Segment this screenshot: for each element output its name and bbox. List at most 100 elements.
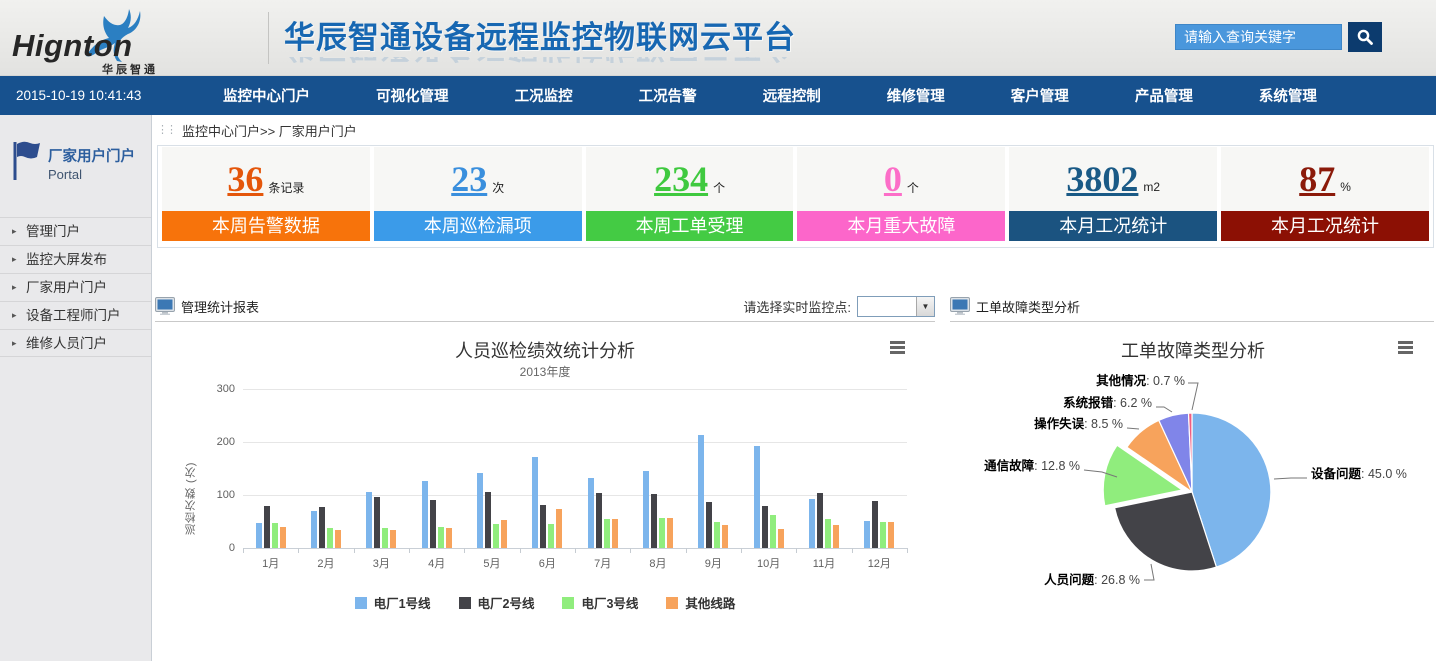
bar-4-month-6[interactable] (556, 509, 562, 548)
bar-4-month-1[interactable] (280, 527, 286, 548)
stat-unit: 个 (713, 179, 725, 196)
stat-label-bar: 本月重大故障 (797, 211, 1005, 241)
bar-3-month-11[interactable] (825, 519, 831, 548)
legend-item-1[interactable]: 电厂1号线 (355, 593, 431, 612)
bar-2-month-3[interactable] (374, 497, 380, 548)
bar-4-month-11[interactable] (833, 525, 839, 548)
chevron-down-icon[interactable]: ▼ (916, 297, 934, 316)
bar-1-month-5[interactable] (477, 473, 483, 548)
site-title-reflection: 华辰智通设备远程监控物联网云平台 (284, 57, 1044, 72)
bar-3-month-2[interactable] (327, 528, 333, 548)
sidebar-item-4[interactable]: ▸设备工程师门户 (0, 301, 151, 329)
bar-3-month-12[interactable] (880, 522, 886, 549)
bar-1-month-2[interactable] (311, 511, 317, 548)
bar-2-month-9[interactable] (706, 502, 712, 548)
bar-2-month-2[interactable] (319, 507, 325, 548)
bar-3-month-7[interactable] (604, 519, 610, 548)
bar-1-month-9[interactable] (698, 435, 704, 548)
stat-value-link[interactable]: 0 (884, 158, 902, 200)
nav-item-4[interactable]: 工况告警 (639, 85, 697, 106)
x-axis-tick (741, 548, 742, 553)
main-content: ⋮⋮ 监控中心门户>> 厂家用户门户 36条记录本周告警数据23次本周巡检漏项2… (153, 115, 1436, 661)
nav-item-2[interactable]: 可视化管理 (376, 85, 449, 106)
nav-item-8[interactable]: 产品管理 (1135, 85, 1193, 106)
bar-2-month-1[interactable] (264, 506, 270, 548)
sidebar-item-5[interactable]: ▸维修人员门户 (0, 329, 151, 357)
bar-1-month-6[interactable] (532, 457, 538, 548)
stat-unit: % (1340, 180, 1351, 194)
nav-item-6[interactable]: 维修管理 (887, 85, 945, 106)
bar-3-month-9[interactable] (714, 522, 720, 549)
bar-1-month-3[interactable] (366, 492, 372, 548)
bar-2-month-10[interactable] (762, 506, 768, 548)
monitor-select-dropdown[interactable]: ▼ (857, 296, 935, 317)
nav-item-1[interactable]: 监控中心门户 (223, 85, 310, 106)
bar-2-month-12[interactable] (872, 501, 878, 548)
bar-3-month-5[interactable] (493, 524, 499, 548)
bar-1-month-10[interactable] (754, 446, 760, 548)
bar-2-month-11[interactable] (817, 493, 823, 548)
monitor-icon (950, 297, 970, 315)
search-button[interactable] (1348, 22, 1382, 52)
x-axis-category-label: 8月 (630, 555, 685, 571)
bar-2-month-6[interactable] (540, 505, 546, 548)
legend-item-2[interactable]: 电厂2号线 (459, 593, 535, 612)
y-axis-tick-label: 200 (199, 436, 235, 448)
bar-4-month-5[interactable] (501, 520, 507, 548)
bar-1-month-1[interactable] (256, 523, 262, 548)
site-title-wrap: 华辰智通设备远程监控物联网云平台 华辰智通设备远程监控物联网云平台 (284, 12, 1044, 72)
bar-4-month-3[interactable] (390, 530, 396, 548)
bar-3-month-3[interactable] (382, 528, 388, 548)
bar-2-month-4[interactable] (430, 500, 436, 548)
bar-2-month-8[interactable] (651, 494, 657, 548)
bar-3-month-4[interactable] (438, 527, 444, 548)
pie-label-connector (1274, 478, 1307, 479)
bar-3-month-6[interactable] (548, 524, 554, 548)
stat-label-bar: 本周工单受理 (586, 211, 794, 241)
sidebar-item-2[interactable]: ▸监控大屏发布 (0, 245, 151, 273)
stat-value-link[interactable]: 87 (1299, 158, 1335, 200)
bar-4-month-10[interactable] (778, 529, 784, 548)
bar-4-month-12[interactable] (888, 522, 894, 549)
stat-value-link[interactable]: 23 (451, 158, 487, 200)
nav-items: 监控中心门户 可视化管理 工况监控 工况告警 远程控制 维修管理 客户管理 产品管理 系统管理 (190, 76, 1350, 115)
bar-3-month-1[interactable] (272, 523, 278, 548)
portal-title: 厂家用户门户 (48, 145, 135, 166)
search-input[interactable] (1175, 24, 1342, 50)
x-axis-tick (907, 548, 908, 553)
bar-2-month-5[interactable] (485, 492, 491, 548)
pie-panel-title: 工单故障类型分析 (976, 297, 1080, 316)
x-axis-tick (354, 548, 355, 553)
bar-1-month-7[interactable] (588, 478, 594, 548)
bar-2-month-7[interactable] (596, 493, 602, 548)
bar-3-month-8[interactable] (659, 518, 665, 548)
bar-4-month-4[interactable] (446, 528, 452, 548)
bar-4-month-9[interactable] (722, 525, 728, 548)
stat-value-link[interactable]: 36 (227, 158, 263, 200)
bar-1-month-4[interactable] (422, 481, 428, 548)
bar-chart-menu-icon[interactable] (890, 341, 905, 354)
brand-name: Hignton (12, 28, 133, 64)
stat-value-area: 3802m2 (1009, 147, 1217, 211)
bar-1-month-8[interactable] (643, 471, 649, 548)
pie-data-label: 人员问题: 26.8 % (1044, 572, 1140, 587)
nav-item-9[interactable]: 系统管理 (1259, 85, 1317, 106)
sidebar-item-1[interactable]: ▸管理门户 (0, 217, 151, 245)
legend-item-3[interactable]: 电厂3号线 (562, 593, 638, 612)
stat-label-bar: 本月工况统计 (1009, 211, 1217, 241)
stat-value-link[interactable]: 234 (654, 158, 708, 200)
stat-card-3: 234 个本周工单受理 (586, 147, 794, 241)
bar-4-month-2[interactable] (335, 530, 341, 548)
legend-item-4[interactable]: 其他线路 (666, 593, 735, 612)
stat-value-link[interactable]: 3802 (1066, 158, 1138, 200)
bar-1-month-11[interactable] (809, 499, 815, 548)
nav-item-5[interactable]: 远程控制 (763, 85, 821, 106)
bar-3-month-10[interactable] (770, 515, 776, 548)
bar-4-month-8[interactable] (667, 518, 673, 548)
nav-item-3[interactable]: 工况监控 (515, 85, 573, 106)
bar-1-month-12[interactable] (864, 521, 870, 548)
bar-plot: 01002003001月2月3月4月5月6月7月8月9月10月11月12月 (243, 389, 907, 548)
nav-item-7[interactable]: 客户管理 (1011, 85, 1069, 106)
sidebar-item-3[interactable]: ▸厂家用户门户 (0, 273, 151, 301)
bar-4-month-7[interactable] (612, 519, 618, 548)
